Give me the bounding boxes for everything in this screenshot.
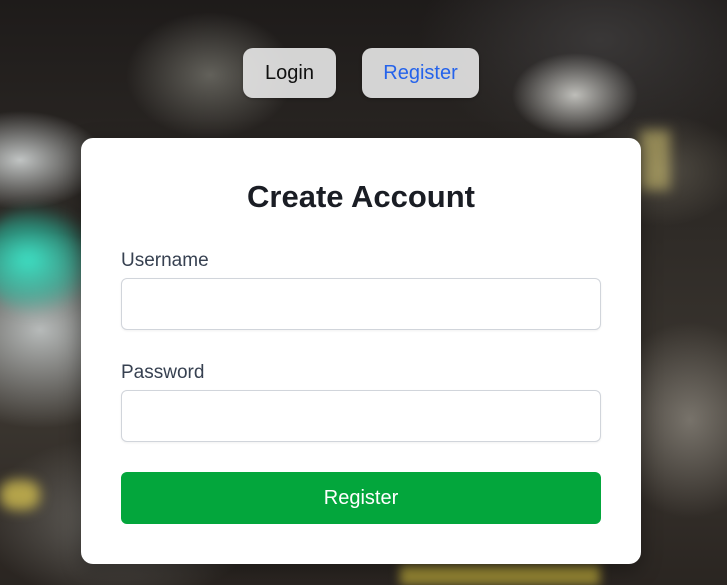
register-submit-button[interactable]: Register [121, 472, 601, 524]
background-yellow-highlight [400, 565, 600, 585]
background-yellow-highlight [0, 480, 40, 510]
register-card: Create Account Username Password Registe… [81, 138, 641, 564]
username-input[interactable] [121, 278, 601, 330]
page-title: Create Account [247, 179, 475, 214]
register-tab-button[interactable]: Register [362, 48, 479, 98]
password-label: Password [121, 362, 205, 383]
login-tab-button[interactable]: Login [243, 48, 336, 98]
background-yellow-highlight [640, 130, 670, 190]
username-label: Username [121, 250, 209, 271]
password-input[interactable] [121, 390, 601, 442]
